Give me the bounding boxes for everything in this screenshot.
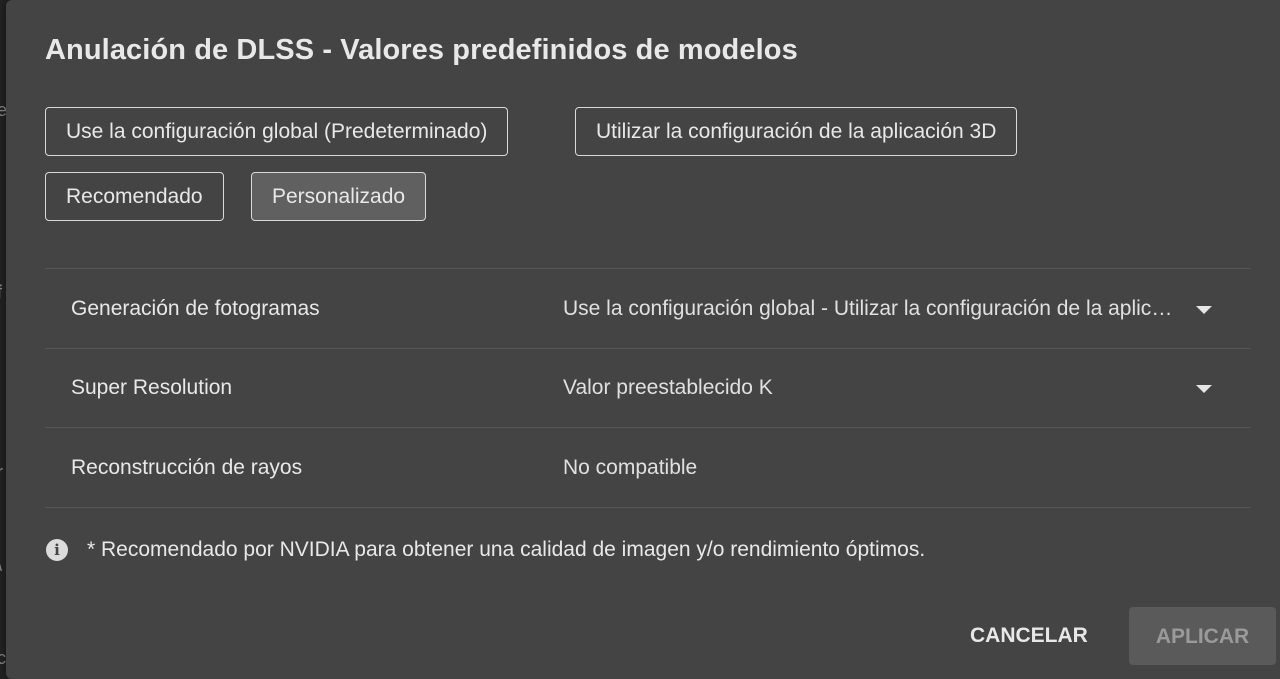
- option-3d-app-settings-button[interactable]: Utilizar la configuración de la aplicaci…: [575, 107, 1018, 156]
- option-global-settings-button[interactable]: Use la configuración global (Predetermin…: [45, 107, 509, 156]
- background-text-fragment: f: [0, 282, 2, 303]
- divider: [45, 268, 1250, 269]
- super-resolution-dropdown[interactable]: Valor preestablecido K: [546, 358, 1226, 418]
- frame-generation-label: Generación de fotogramas: [71, 297, 320, 320]
- super-resolution-value: Valor preestablecido K: [563, 376, 773, 399]
- chevron-down-icon: [1196, 385, 1212, 393]
- frame-generation-value: Use la configuración global - Utilizar l…: [563, 297, 1173, 320]
- apply-button[interactable]: APLICAR: [1129, 607, 1276, 665]
- divider: [45, 427, 1250, 428]
- info-icon: i: [46, 539, 68, 561]
- super-resolution-label: Super Resolution: [71, 376, 233, 399]
- cancel-button[interactable]: CANCELAR: [954, 607, 1104, 665]
- recommendation-note: * Recomendado por NVIDIA para obtener un…: [87, 538, 926, 561]
- ray-reconstruction-label: Reconstrucción de rayos: [71, 456, 303, 479]
- option-recommended-button[interactable]: Recomendado: [45, 172, 224, 221]
- divider: [45, 507, 1250, 508]
- dlss-override-dialog: Anulación de DLSS - Valores predefinidos…: [6, 0, 1280, 679]
- frame-generation-dropdown[interactable]: Use la configuración global - Utilizar l…: [546, 279, 1226, 339]
- background-text-fragment: r: [0, 462, 3, 483]
- option-custom-button[interactable]: Personalizado: [251, 172, 427, 221]
- background-text-fragment: \: [0, 555, 2, 576]
- ray-reconstruction-value: No compatible: [563, 456, 698, 479]
- chevron-down-icon: [1196, 306, 1212, 314]
- divider: [45, 348, 1250, 349]
- dialog-title: Anulación de DLSS - Valores predefinidos…: [45, 34, 798, 66]
